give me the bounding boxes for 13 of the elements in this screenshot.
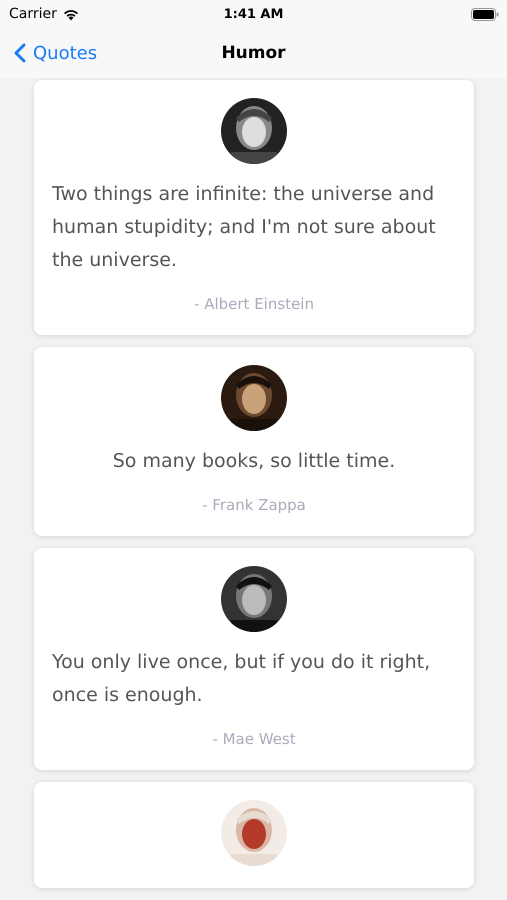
status-time: 1:41 AM <box>224 6 284 22</box>
quote-author: - Albert Einstein <box>194 295 314 313</box>
back-button[interactable]: Quotes <box>0 42 98 64</box>
carrier-name: Carrier <box>9 6 57 22</box>
chevron-left-icon <box>14 43 26 63</box>
battery-icon <box>471 8 499 20</box>
quote-author: - Frank Zappa <box>202 496 306 514</box>
quote-text: So many books, so little time. <box>112 449 396 474</box>
quote-author: - Mae West <box>212 730 296 748</box>
nav-title: Humor <box>221 43 286 63</box>
wifi-icon <box>62 8 80 20</box>
quote-text: Two things are infinite: the universe and human stupidity; and I'm not sure about the universe. <box>52 182 437 273</box>
quote-text: You only live once, but if you do it right, once is enough. <box>52 650 432 708</box>
